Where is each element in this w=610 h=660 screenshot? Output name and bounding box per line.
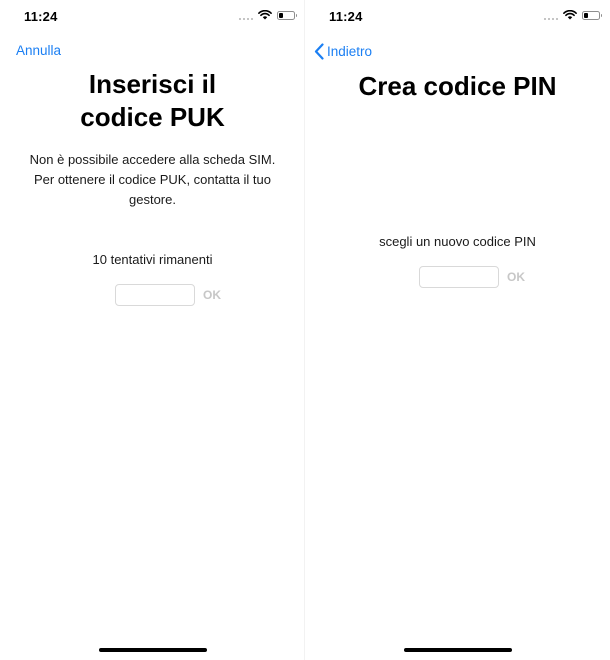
description-line-3: gestore.: [129, 192, 176, 207]
page-title: Crea codice PIN: [358, 71, 557, 101]
title-line-2: codice PUK: [80, 102, 225, 132]
wifi-icon: [563, 10, 577, 20]
home-indicator[interactable]: [98, 648, 207, 652]
puk-description: Non è possibile accedere alla scheda SIM…: [14, 150, 291, 210]
description-line-1: Non è possibile accedere alla scheda SIM…: [29, 152, 276, 167]
ok-button[interactable]: OK: [507, 270, 525, 284]
wifi-icon: [258, 10, 272, 20]
battery-icon: [582, 10, 602, 20]
status-bar: 11:24: [305, 0, 610, 34]
cellular-signal-icon: [239, 10, 253, 20]
back-button[interactable]: Indietro: [314, 43, 372, 60]
puk-entry-row: OK: [115, 284, 221, 306]
page-title: Inserisci il codice PUK: [0, 68, 305, 134]
title-line-1: Inserisci il: [88, 69, 217, 99]
cancel-label: Annulla: [16, 43, 62, 58]
status-icons: [544, 10, 602, 20]
chevron-left-icon: [314, 43, 324, 60]
cancel-button[interactable]: Annulla: [16, 43, 61, 58]
attempts-remaining: 10 tentativi rimanenti: [92, 252, 213, 267]
status-icons: [239, 10, 297, 20]
pin-input[interactable]: [419, 266, 499, 288]
ok-button[interactable]: OK: [203, 288, 221, 302]
pin-prompt: scegli un nuovo codice PIN: [379, 234, 536, 249]
pin-screen: 11:24 Indietro Crea codice PIN scegli un…: [305, 0, 610, 660]
battery-icon: [277, 10, 297, 20]
puk-input[interactable]: [115, 284, 195, 306]
cellular-signal-icon: [544, 10, 558, 20]
status-bar: 11:24: [0, 0, 305, 34]
back-label: Indietro: [327, 44, 373, 59]
status-time: 11:24: [24, 9, 58, 24]
status-time: 11:24: [329, 9, 363, 24]
puk-screen: 11:24 Annulla Inserisci il codice PUK No…: [0, 0, 305, 660]
description-line-2: Per ottenere il codice PUK, contatta il …: [33, 172, 271, 187]
pin-entry-row: OK: [419, 266, 525, 288]
home-indicator[interactable]: [403, 648, 512, 652]
